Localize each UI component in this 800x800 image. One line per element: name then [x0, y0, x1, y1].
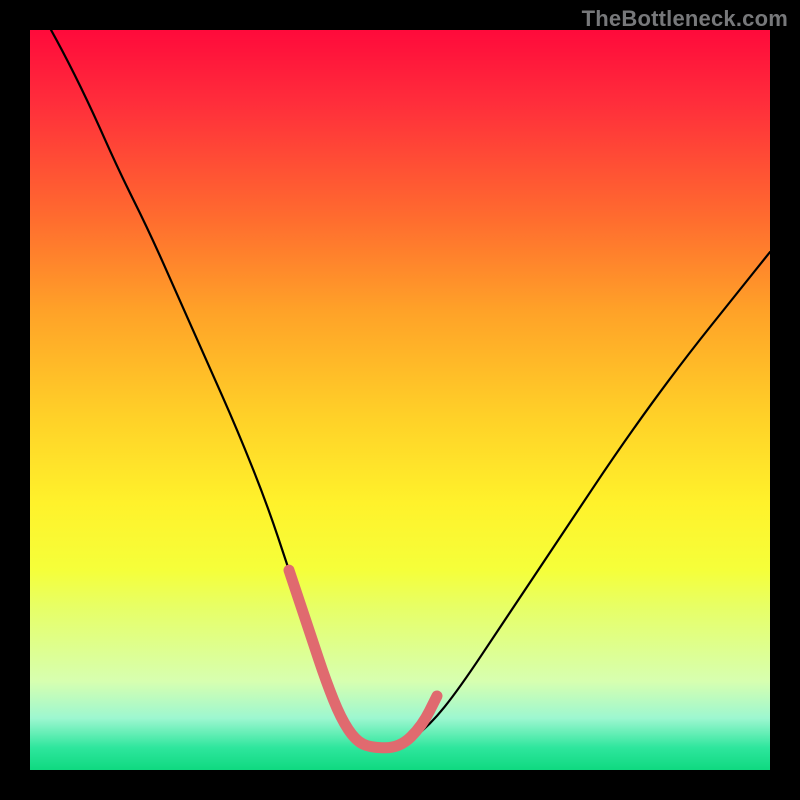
chart-container: TheBottleneck.com	[0, 0, 800, 800]
bottleneck-curve	[30, 30, 770, 748]
watermark-text: TheBottleneck.com	[582, 6, 788, 32]
highlight-segment	[289, 570, 437, 748]
curve-layer	[30, 30, 770, 770]
